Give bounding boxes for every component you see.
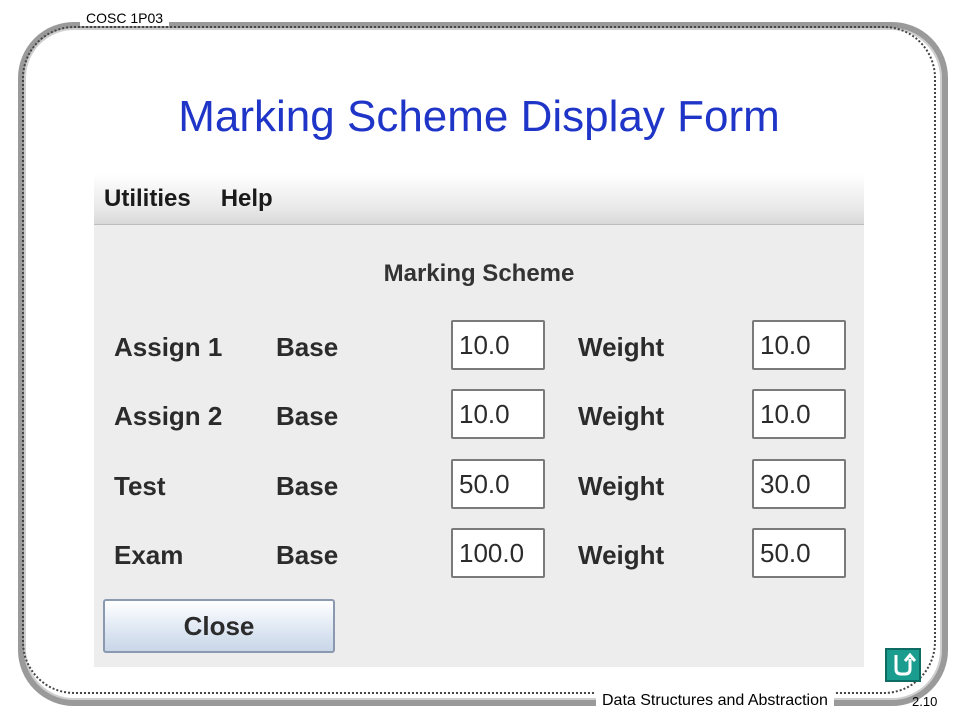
- return-arrow-icon[interactable]: [885, 648, 921, 682]
- row-assign-1: Assign 1 Base Weight: [94, 320, 864, 372]
- row-assign-2: Assign 2 Base Weight: [94, 389, 864, 441]
- menu-bar: Utilities Help: [94, 174, 864, 225]
- course-name: Data Structures and Abstraction: [596, 692, 834, 710]
- weight-label: Weight: [578, 540, 665, 570]
- row-test: Test Base Weight: [94, 459, 864, 511]
- weight-label: Weight: [578, 401, 665, 431]
- test-weight-field[interactable]: [752, 459, 846, 509]
- course-code: COSC 1P03: [80, 10, 170, 26]
- slide-title: Marking Scheme Display Form: [178, 92, 780, 141]
- marking-scheme-window: Utilities Help Marking Scheme Assign 1 B…: [94, 174, 864, 667]
- assign-2-weight-field[interactable]: [752, 389, 846, 439]
- row-label: Exam: [114, 540, 184, 570]
- exam-weight-field[interactable]: [752, 528, 846, 578]
- exam-base-field[interactable]: [451, 528, 545, 578]
- base-label: Base: [276, 332, 339, 362]
- form-heading: Marking Scheme: [383, 260, 575, 287]
- page-number: 2.10: [912, 694, 938, 709]
- close-button[interactable]: Close: [103, 599, 335, 653]
- weight-label: Weight: [578, 332, 665, 362]
- menu-help[interactable]: Help: [221, 185, 273, 213]
- assign-1-base-field[interactable]: [451, 320, 545, 370]
- row-label: Test: [114, 471, 166, 501]
- assign-2-base-field[interactable]: [451, 389, 545, 439]
- row-label: Assign 1: [114, 332, 223, 362]
- row-exam: Exam Base Weight: [94, 528, 864, 580]
- test-base-field[interactable]: [451, 459, 545, 509]
- base-label: Base: [276, 540, 339, 570]
- menu-utilities[interactable]: Utilities: [104, 185, 191, 213]
- row-label: Assign 2: [114, 401, 223, 431]
- base-label: Base: [276, 471, 339, 501]
- assign-1-weight-field[interactable]: [752, 320, 846, 370]
- base-label: Base: [276, 401, 339, 431]
- weight-label: Weight: [578, 471, 665, 501]
